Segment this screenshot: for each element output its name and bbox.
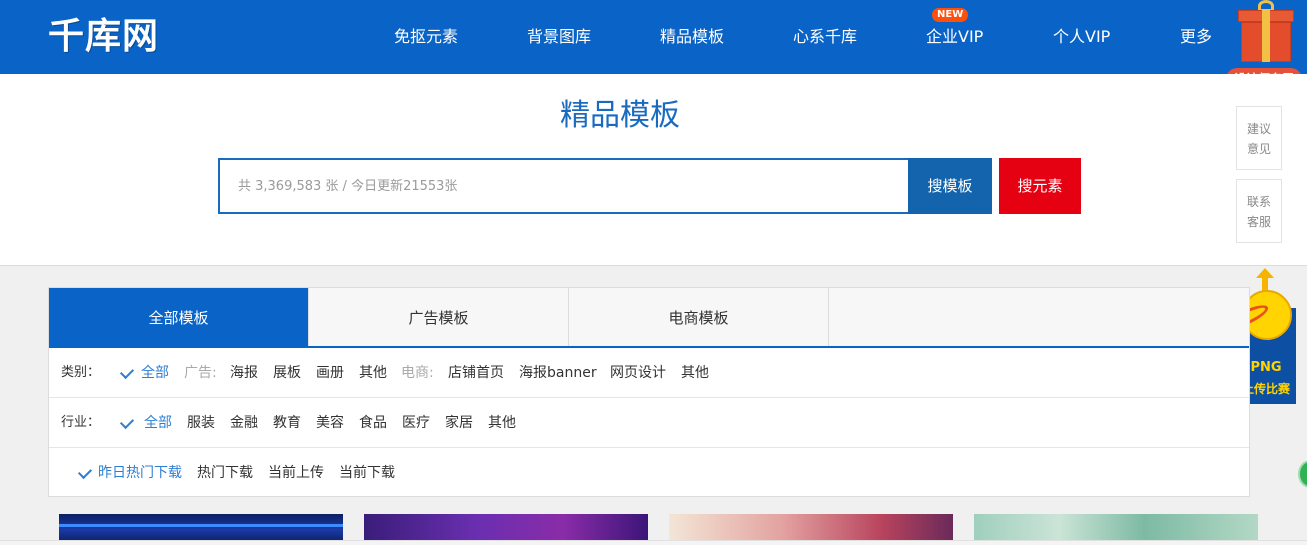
filter-option[interactable]: 网页设计	[610, 348, 666, 398]
nav-item-templates[interactable]: 精品模板	[660, 24, 724, 50]
new-badge: NEW	[932, 8, 969, 22]
up-arrow-icon	[1256, 268, 1274, 278]
chat-icon[interactable]	[1298, 460, 1307, 488]
feedback-label-line1: 建议	[1246, 122, 1271, 136]
filter-option[interactable]: 其他	[681, 348, 709, 398]
nav-item-backgrounds[interactable]: 背景图库	[527, 24, 591, 50]
hero-section: 精品模板 搜模板 搜元素	[0, 74, 1307, 266]
check-icon	[77, 464, 93, 480]
tab-ad-templates[interactable]: 广告模板	[309, 288, 569, 348]
filter-option[interactable]: 服装	[187, 398, 215, 448]
nav-item-charity[interactable]: 心系千库	[793, 24, 857, 50]
filter-row-category: 类别： 全部 广告: 海报 展板 画册 其他 电商: 店铺首页 海报banner…	[49, 348, 1249, 398]
filter-option[interactable]: 展板	[273, 348, 301, 398]
service-label-line2: 客服	[1246, 215, 1271, 229]
filter-option[interactable]: 画册	[316, 348, 344, 398]
filter-option[interactable]: 金融	[230, 398, 258, 448]
nav-item-cutout-elements[interactable]: 免抠元素	[394, 24, 458, 50]
search-element-button[interactable]: 搜元素	[999, 158, 1081, 214]
tab-all-templates[interactable]: 全部模板	[49, 288, 309, 348]
filter-option[interactable]: 店铺首页	[448, 348, 504, 398]
sort-option-yesterday-hot[interactable]: 昨日热门下载	[98, 448, 182, 498]
feedback-label-line2: 意见	[1246, 142, 1271, 156]
filter-option[interactable]: 海报	[230, 348, 258, 398]
sort-option[interactable]: 热门下载	[197, 448, 253, 498]
filter-option[interactable]: 教育	[273, 398, 301, 448]
top-nav-bar: 千库网 免抠元素 背景图库 精品模板 心系千库 企业VIP 个人VIP 更多 N…	[0, 0, 1307, 74]
nav-item-enterprise-vip[interactable]: 企业VIP	[926, 24, 983, 50]
customer-service-button[interactable]: 联系 客服	[1236, 179, 1282, 243]
gift-icon[interactable]	[1238, 0, 1294, 70]
check-icon	[119, 364, 135, 380]
filter-option[interactable]: 医疗	[402, 398, 430, 448]
search-template-button[interactable]: 搜模板	[908, 158, 992, 214]
search-input[interactable]	[220, 160, 910, 212]
filter-label: 类别：	[61, 365, 101, 380]
filter-label: 行业：	[61, 415, 101, 430]
check-icon	[119, 414, 135, 430]
tab-bar-filler	[829, 288, 1249, 348]
sort-option[interactable]: 当前下载	[339, 448, 395, 498]
search-box	[218, 158, 910, 214]
feedback-button[interactable]: 建议 意见	[1236, 106, 1282, 170]
filter-option[interactable]: 其他	[488, 398, 516, 448]
tab-ecommerce-templates[interactable]: 电商模板	[569, 288, 829, 348]
filter-option[interactable]: 其他	[359, 348, 387, 398]
site-logo[interactable]: 千库网	[48, 14, 159, 60]
service-label-line1: 联系	[1246, 195, 1271, 209]
sort-option[interactable]: 当前上传	[268, 448, 324, 498]
filter-group-ad: 广告:	[184, 365, 217, 381]
page-title: 精品模板	[560, 98, 680, 133]
filter-row-industry: 行业： 全部 服装 金融 教育 美容 食品 医疗 家居 其他	[49, 398, 1249, 448]
nav-item-more[interactable]: 更多	[1180, 24, 1212, 50]
horizontal-scrollbar[interactable]	[0, 540, 1307, 545]
filter-option-all[interactable]: 全部	[144, 398, 172, 448]
filter-group-ecommerce: 电商:	[401, 365, 434, 381]
filter-option[interactable]: 食品	[359, 398, 387, 448]
filter-option[interactable]: 海报banner	[519, 348, 597, 398]
filter-option[interactable]: 美容	[316, 398, 344, 448]
nav-item-personal-vip[interactable]: 个人VIP	[1053, 24, 1110, 50]
filter-option[interactable]: 家居	[445, 398, 473, 448]
category-panel: 全部模板 广告模板 电商模板 类别： 全部 广告: 海报 展板 画册 其他 电商…	[48, 287, 1250, 497]
filter-row-sort: 昨日热门下载 热门下载 当前上传 当前下载	[49, 448, 1249, 498]
filter-option-all[interactable]: 全部	[141, 348, 169, 398]
